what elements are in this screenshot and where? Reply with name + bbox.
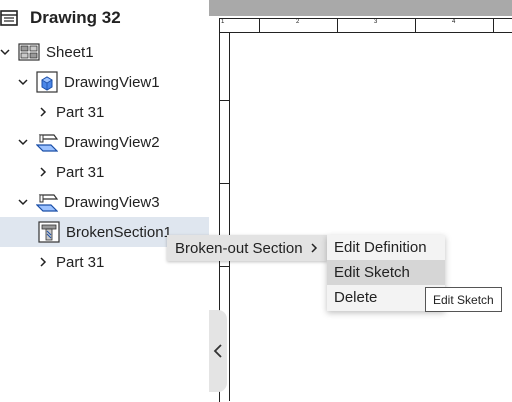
menu-item-edit-sketch[interactable]: Edit Sketch [327,260,445,285]
canvas-header-bar [209,0,512,16]
ruler-label: 3 [374,19,378,25]
sheet-ruler: 1 2 3 4 [219,18,512,33]
tree-item-label: DrawingView3 [64,193,160,211]
ruler-tick [337,18,338,32]
document-title: Drawing 32 [30,8,121,27]
sheet-inner-border [229,33,230,401]
ruler-tick [493,18,494,32]
collapse-panel-button[interactable] [209,310,227,392]
sheet-border [219,18,512,402]
tree-item-label: Sheet1 [46,43,94,61]
chevron-right-icon[interactable] [36,165,50,179]
tree-item-label: Part 31 [56,253,105,271]
tooltip: Edit Sketch [425,287,502,312]
tree-item-label: Part 31 [56,163,105,181]
tree-item-sheet1[interactable]: Sheet1 [0,37,209,67]
ruler-tick [415,18,416,32]
ruler-label: 4 [452,19,456,25]
chevron-down-icon[interactable] [16,135,30,149]
menu-item-edit-definition[interactable]: Edit Definition [327,235,445,260]
tree-item-drawingview2[interactable]: DrawingView2 [0,127,209,157]
tree-item-label: DrawingView1 [64,73,160,91]
sheet-icon [18,41,40,63]
ruler-label: 2 [296,19,300,25]
chevron-right-icon[interactable] [36,105,50,119]
tree-item-drawingview1[interactable]: DrawingView1 [0,67,209,97]
drawing-document-icon [0,10,18,26]
chevron-down-icon[interactable] [16,75,30,89]
side-ruler-tick [219,266,229,267]
ruler-tick [259,18,260,32]
context-menu-parent-label: Broken-out Section [175,239,303,257]
model-tree-panel: Drawing 32 Sheet1 DrawingView1 Part 31 D… [0,0,209,401]
chevron-left-icon [213,344,222,358]
tree-item-label: Part 31 [56,103,105,121]
side-ruler-tick [219,100,229,101]
ruler-label: 1 [221,19,225,25]
drawing-view-plane-icon [35,191,59,213]
tree-item-part31[interactable]: Part 31 [0,157,209,187]
chevron-down-icon[interactable] [0,45,12,59]
tree-item-drawingview3[interactable]: DrawingView3 [0,187,209,217]
chevron-right-icon [311,243,317,253]
context-menu-broken-out-section[interactable]: Broken-out Section [167,235,327,261]
tree-item-label: DrawingView2 [64,133,160,151]
drawing-canvas[interactable]: 1 2 3 4 [209,0,512,402]
side-ruler-tick [219,183,229,184]
drawing-view-plane-icon [35,131,59,153]
tree-header: Drawing 32 [0,4,121,32]
drawing-view-3d-icon [36,71,58,93]
chevron-right-icon[interactable] [36,255,50,269]
chevron-down-icon[interactable] [16,195,30,209]
tree-item-label: BrokenSection1 [66,223,172,241]
tree-item-part31[interactable]: Part 31 [0,97,209,127]
broken-section-icon [38,221,60,243]
